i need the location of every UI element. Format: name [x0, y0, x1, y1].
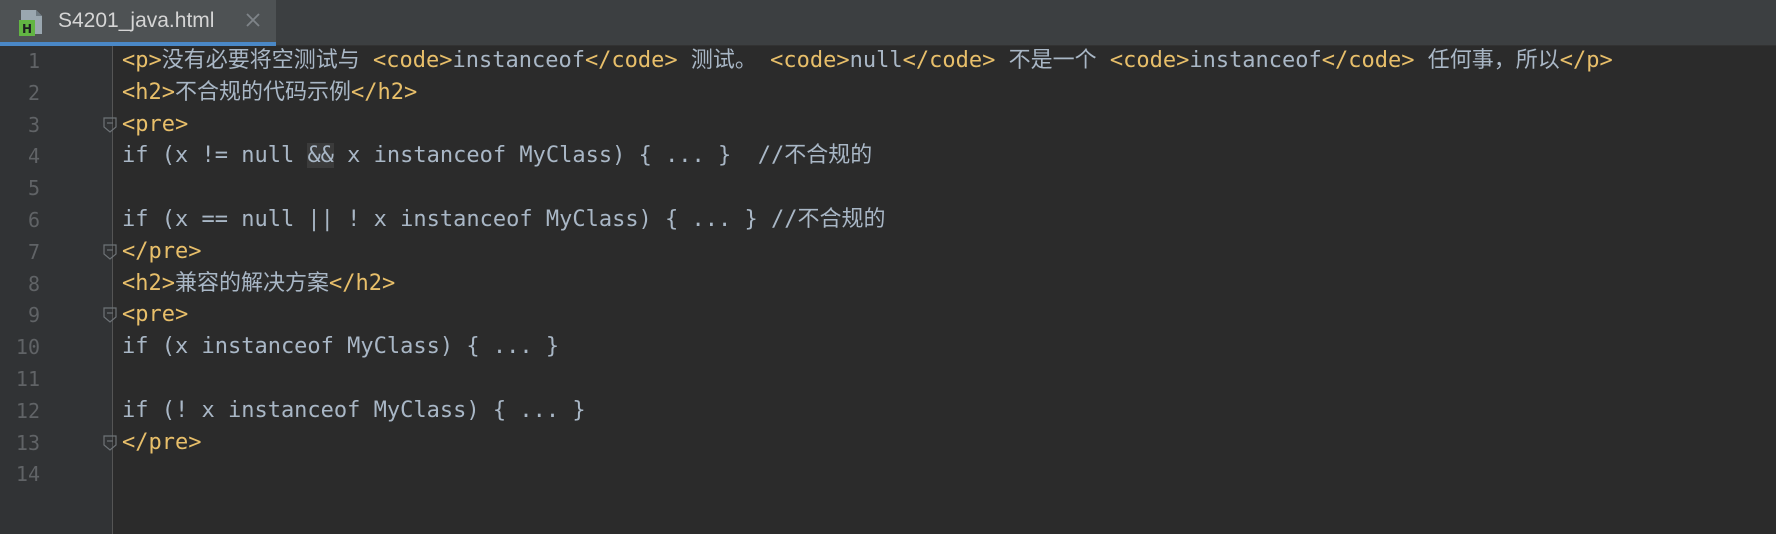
html-tag-token: <code>: [373, 48, 453, 73]
code-line[interactable]: 3 <pre>: [0, 107, 1776, 143]
code-line[interactable]: 7 </pre>: [0, 234, 1776, 270]
editor-tab-active[interactable]: H S4201_java.html: [0, 0, 276, 46]
html-tag-token: </p>: [1559, 48, 1613, 73]
text-token: if (x != null: [122, 143, 308, 169]
code-line[interactable]: 1 <p>没有必要将空测试与 <code>instanceof</code> 测试…: [0, 43, 1776, 79]
line-number: 11: [15, 367, 40, 391]
text-token: null: [849, 48, 903, 73]
line-number: 7: [27, 239, 40, 264]
line-number: 13: [15, 430, 40, 455]
fold-marker-icon[interactable]: [103, 244, 117, 260]
html-tag-token: </h2>: [351, 79, 418, 105]
html-tag-token: <p>: [122, 48, 162, 73]
code-editor[interactable]: 1 <p>没有必要将空测试与 <code>instanceof</code> 测试…: [0, 46, 1776, 534]
code-text: <p>没有必要将空测试与 <code>instanceof</code> 测试。…: [122, 43, 1613, 79]
text-token: 兼容的解决方案: [174, 270, 329, 296]
code-line[interactable]: 13 </pre>: [0, 425, 1776, 461]
line-number: 6: [27, 208, 40, 232]
text-token: 任何事，所以: [1414, 48, 1560, 73]
code-line[interactable]: 2 <h2>不合规的代码示例</h2>: [0, 75, 1776, 111]
line-number: 12: [15, 398, 40, 423]
text-token: if (x instanceof MyClass) { ... }: [122, 334, 560, 360]
code-text: <pre>: [122, 107, 188, 143]
text-token: x instanceof MyClass) { ... } //不合规的: [333, 143, 873, 169]
html-tag-token: </h2>: [329, 270, 396, 296]
code-text: </pre>: [122, 425, 201, 461]
text-token: 测试。: [677, 48, 771, 73]
html-tag-token: </pre>: [122, 238, 202, 264]
html-tag-token: </code>: [584, 48, 678, 73]
highlighted-token: &&: [307, 143, 334, 169]
code-line[interactable]: 4 if (x != null && x instanceof MyClass) …: [0, 138, 1776, 174]
code-text: if (x instanceof MyClass) { ... }: [122, 329, 559, 365]
code-line[interactable]: 8 <h2>兼容的解决方案</h2>: [0, 266, 1776, 302]
text-token: 没有必要将空测试与: [161, 48, 373, 73]
close-icon[interactable]: [243, 10, 263, 30]
code-line[interactable]: 14: [0, 456, 1776, 492]
code-line[interactable]: 10 if (x instanceof MyClass) { ... }: [0, 329, 1776, 365]
code-text: if (x != null && x instanceof MyClass) {…: [122, 138, 872, 174]
line-number: 2: [27, 80, 40, 105]
tab-label: S4201_java.html: [58, 9, 215, 32]
code-line[interactable]: 6 if (x == null || ! x instanceof MyClass…: [0, 202, 1776, 238]
html-tag-token: </code>: [902, 48, 996, 73]
html-tag-token: <h2>: [122, 79, 175, 105]
code-text: if (! x instanceof MyClass) { ... }: [122, 393, 586, 429]
html-tag-token: <code>: [1109, 48, 1190, 73]
html-file-icon: H: [19, 10, 42, 36]
line-number: 3: [27, 112, 40, 137]
line-number: 1: [27, 49, 40, 73]
code-text: <h2>兼容的解决方案</h2>: [122, 266, 395, 302]
fold-marker-icon[interactable]: [103, 307, 117, 324]
html-tag-token: <pre>: [122, 302, 189, 328]
text-token: instanceof: [1189, 48, 1322, 73]
fold-marker-icon[interactable]: [103, 434, 117, 451]
code-line[interactable]: 5: [0, 170, 1776, 206]
html-tag-token: <h2>: [122, 270, 175, 296]
fold-marker-icon[interactable]: [103, 116, 117, 133]
html-tag-token: <code>: [770, 48, 850, 73]
line-number: 4: [27, 144, 40, 169]
html-tag-token: </code>: [1321, 48, 1415, 73]
html-tag-token: </pre>: [122, 429, 202, 455]
code-line[interactable]: 9 <pre>: [0, 297, 1776, 333]
code-text: <h2>不合规的代码示例</h2>: [122, 75, 417, 111]
code-line[interactable]: 12 if (! x instanceof MyClass) { ... }: [0, 393, 1776, 429]
editor-tab-bar: H S4201_java.html: [0, 0, 1776, 46]
text-token: instanceof: [452, 48, 585, 73]
svg-text:H: H: [22, 22, 32, 36]
ide-window: H S4201_java.html 1 <p>没有必要将空测试与 <code>in…: [0, 0, 1776, 534]
code-line[interactable]: 11: [0, 361, 1776, 397]
code-text: <pre>: [122, 297, 188, 333]
line-number: 8: [27, 271, 40, 296]
line-number: 14: [15, 462, 40, 487]
text-token: 不是一个: [995, 48, 1110, 73]
text-token: 不合规的代码示例: [174, 79, 351, 105]
line-number: 5: [27, 176, 40, 201]
code-text: </pre>: [122, 234, 201, 270]
text-token: if (! x instanceof MyClass) { ... }: [122, 397, 586, 423]
text-token: if (x == null || ! x instanceof MyClass)…: [122, 207, 886, 232]
code-text: if (x == null || ! x instanceof MyClass)…: [122, 202, 886, 238]
html-tag-token: <pre>: [122, 111, 189, 137]
line-number: 9: [27, 303, 40, 328]
line-number: 10: [15, 335, 40, 360]
